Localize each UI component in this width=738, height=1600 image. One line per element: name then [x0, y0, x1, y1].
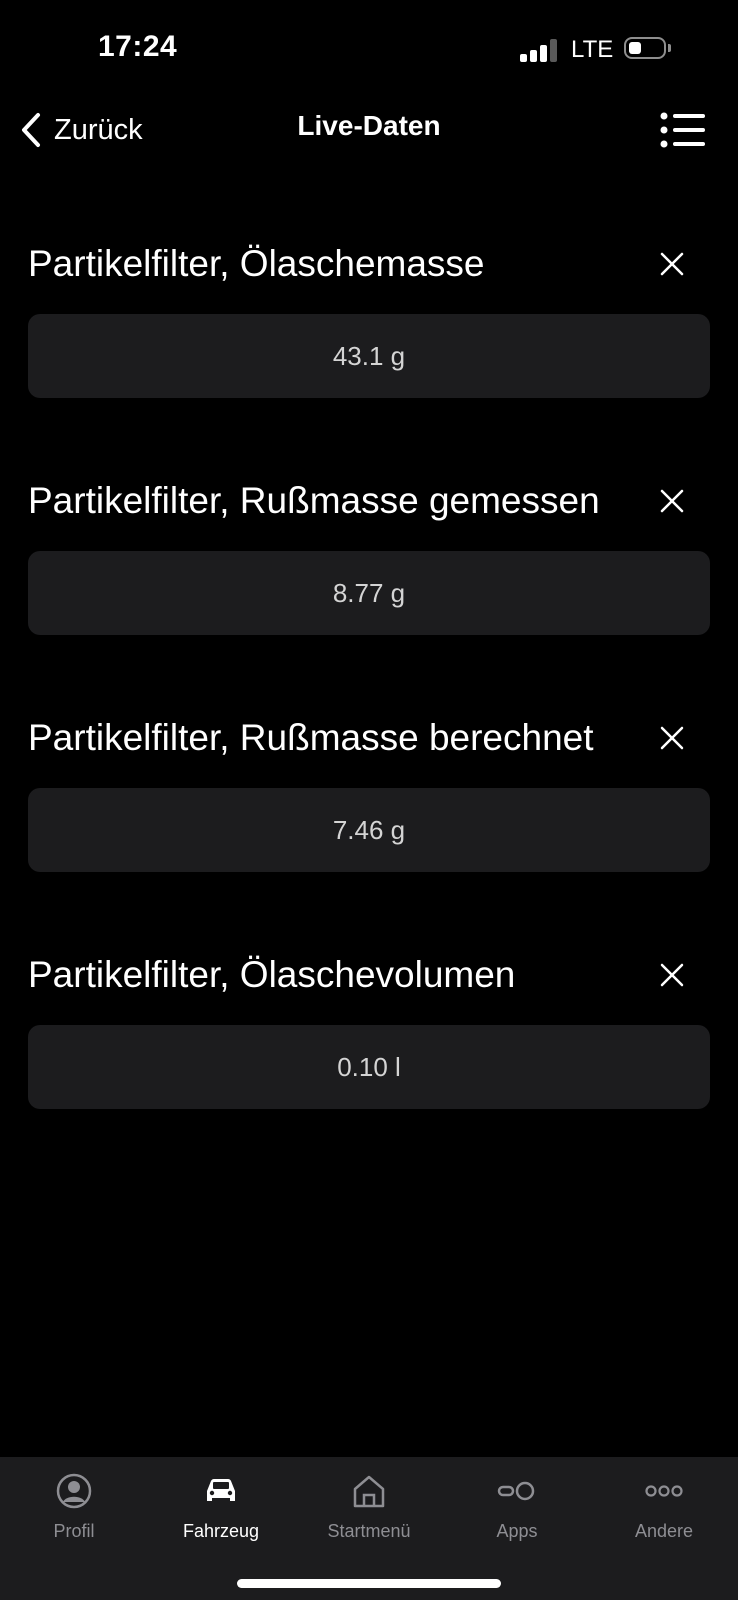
- network-type: LTE: [571, 36, 614, 63]
- tab-label: Fahrzeug: [182, 1521, 260, 1541]
- tab-label: Profil: [53, 1521, 95, 1541]
- live-data-item: Partikelfilter, Ölaschemasse 43.1 g: [0, 236, 738, 436]
- signal-icon: [520, 38, 558, 62]
- close-icon: [660, 252, 684, 276]
- tab-fahrzeug[interactable]: Fahrzeug: [147, 1471, 295, 1551]
- close-icon: [660, 726, 684, 750]
- list-menu-icon: [660, 112, 705, 148]
- close-icon: [660, 963, 684, 987]
- tab-label: Startmenü: [327, 1521, 411, 1541]
- live-data-item: Partikelfilter, Rußmasse gemessen 8.77 g: [0, 473, 738, 673]
- item-title: Partikelfilter, Rußmasse gemessen: [28, 480, 600, 521]
- item-title: Partikelfilter, Ölaschevolumen: [28, 954, 516, 995]
- home-icon: [353, 1475, 385, 1508]
- tab-profil[interactable]: Profil: [0, 1471, 148, 1551]
- tab-apps[interactable]: Apps: [443, 1471, 591, 1551]
- status-time: 17:24: [98, 30, 178, 63]
- remove-item-button[interactable]: [654, 957, 690, 993]
- page-title: Live-Daten: [297, 110, 441, 141]
- car-icon: [207, 1479, 235, 1501]
- item-title: Partikelfilter, Ölaschemasse: [28, 243, 485, 284]
- remove-item-button[interactable]: [654, 720, 690, 756]
- item-title: Partikelfilter, Rußmasse berechnet: [28, 717, 594, 758]
- item-value: 8.77 g: [28, 551, 710, 635]
- home-indicator[interactable]: [237, 1579, 501, 1588]
- profile-icon: [56, 1473, 92, 1509]
- item-value: 43.1 g: [28, 314, 710, 398]
- remove-item-button[interactable]: [654, 483, 690, 519]
- live-data-item: Partikelfilter, Ölaschevolumen 0.10 l: [0, 947, 738, 1147]
- live-data-item: Partikelfilter, Rußmasse berechnet 7.46 …: [0, 710, 738, 910]
- tab-andere[interactable]: Andere: [590, 1471, 738, 1551]
- item-value: 0.10 l: [28, 1025, 710, 1109]
- list-menu-button[interactable]: [660, 112, 706, 148]
- tab-label: Andere: [634, 1521, 694, 1541]
- status-bar: 17:24 LTE: [0, 0, 738, 100]
- battery-icon: [624, 37, 672, 61]
- more-icon: [645, 1485, 683, 1497]
- close-icon: [660, 489, 684, 513]
- item-value: 7.46 g: [28, 788, 710, 872]
- apps-icon: [497, 1481, 535, 1501]
- remove-item-button[interactable]: [654, 246, 690, 282]
- tab-startmenu[interactable]: Startmenü: [295, 1471, 443, 1551]
- tab-label: Apps: [496, 1521, 538, 1541]
